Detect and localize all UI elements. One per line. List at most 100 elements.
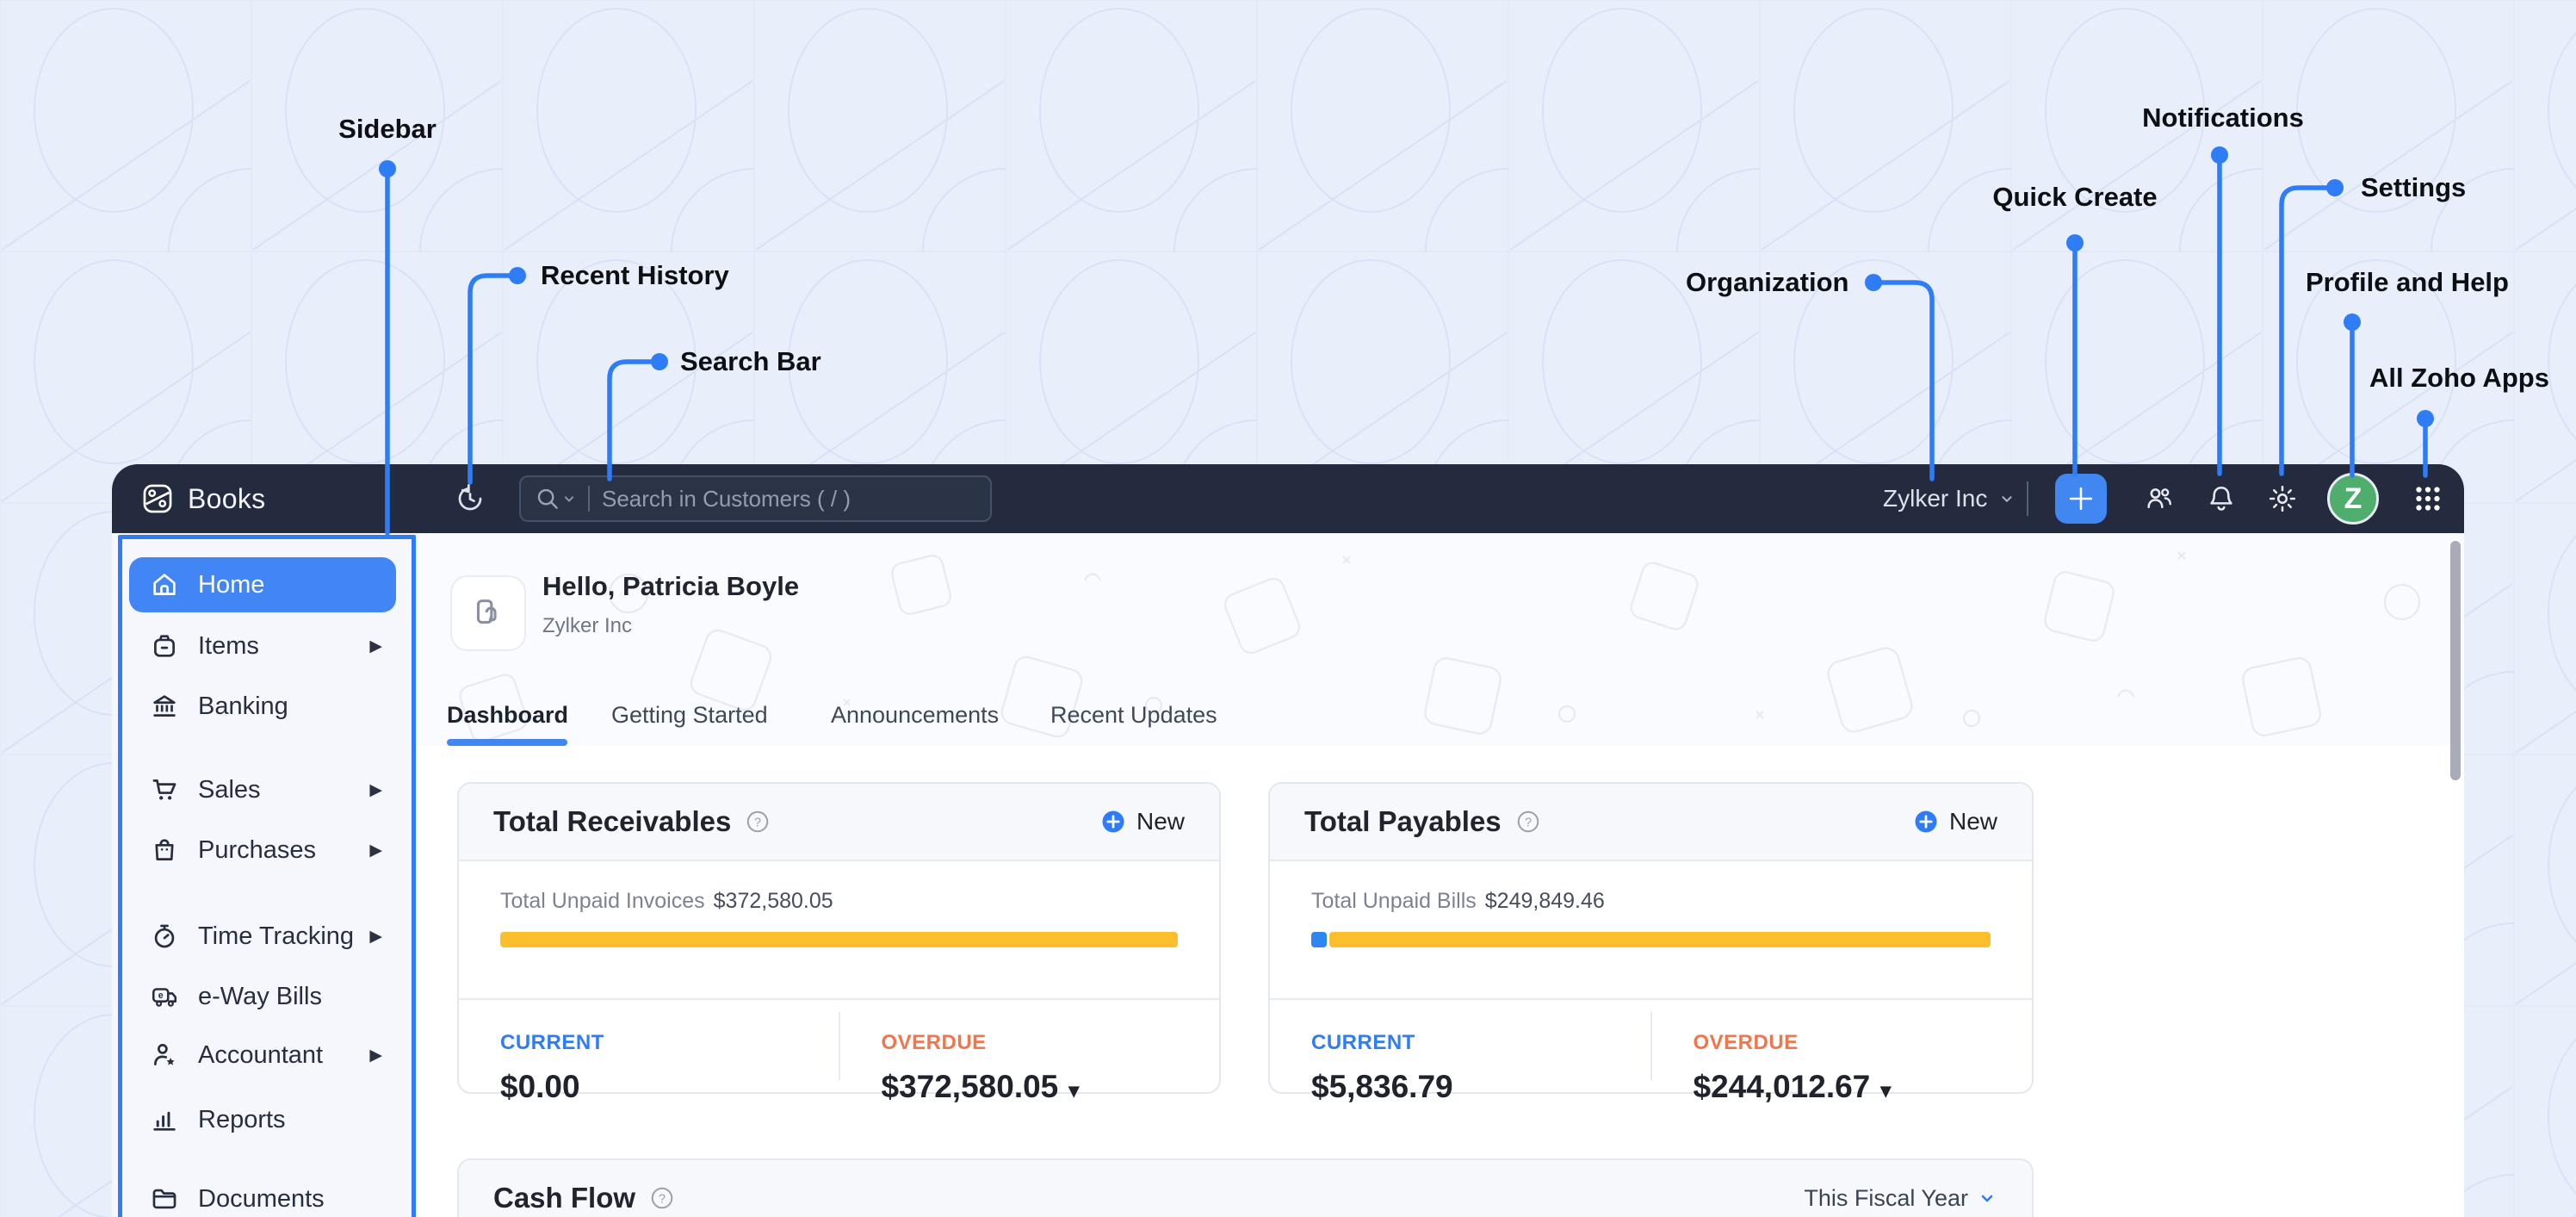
svg-text:?: ? <box>1525 816 1532 829</box>
current-amount: $5,836.79 <box>1311 1069 1453 1104</box>
overdue-segment <box>1329 932 1991 947</box>
annotation-sidebar: Sidebar <box>338 114 437 144</box>
home-icon <box>153 574 176 595</box>
payables-progress-bar <box>1311 932 1991 947</box>
payables-card-header: Total Payables ? New <box>1270 784 2032 861</box>
new-label: New <box>1136 808 1185 835</box>
greeting-company: Zylker Inc <box>542 614 633 637</box>
sidebar: Home Items ▶ Banking Sales ▶ Purchases ▶… <box>112 533 413 1217</box>
sidebar-item-reports[interactable]: Reports <box>129 1096 396 1144</box>
cart-icon <box>152 779 176 800</box>
sidebar-item-label: Items <box>198 631 259 660</box>
plus-circle-icon <box>1102 810 1124 833</box>
zoho-books-logo-icon[interactable] <box>141 482 174 515</box>
sidebar-item-label: Sales <box>198 775 261 804</box>
help-icon[interactable]: ? <box>1515 809 1541 835</box>
annotation-recent-history: Recent History <box>541 260 729 290</box>
profile-avatar[interactable]: Z <box>2327 473 2379 525</box>
cash-flow-header: Cash Flow ? This Fiscal Year <box>459 1160 2032 1217</box>
search-scope-chevron-icon[interactable] <box>560 490 578 507</box>
topbar-divider <box>2027 481 2028 516</box>
sidebar-item-label: e-Way Bills <box>198 982 322 1010</box>
receivables-current-column: CURRENT $0.00 <box>459 1000 839 1104</box>
tab-announcements[interactable]: Announcements <box>831 702 999 729</box>
overdue-amount-dropdown[interactable]: $372,580.05 ▾ <box>882 1069 1220 1105</box>
shopping-bag-icon <box>155 839 174 860</box>
fiscal-year-filter[interactable]: This Fiscal Year <box>1804 1185 1997 1212</box>
tab-getting-started[interactable]: Getting Started <box>611 702 768 729</box>
annotation-quick-create: Quick Create <box>1992 182 2158 212</box>
app-name: Books <box>188 483 266 514</box>
tab-dashboard[interactable]: Dashboard <box>447 702 568 729</box>
bank-icon <box>153 695 176 717</box>
annotation-organization: Organization <box>1686 267 1849 297</box>
summary-label: Total Unpaid Bills <box>1311 889 1477 913</box>
payables-summary: Total Unpaid Bills $249,849.46 <box>1311 889 1605 914</box>
sidebar-item-label: Accountant <box>198 1040 324 1069</box>
sidebar-item-items[interactable]: Items ▶ <box>129 622 396 670</box>
receivables-progress-bar <box>500 932 1178 947</box>
overdue-segment <box>500 932 1178 947</box>
sidebar-item-label: Documents <box>198 1184 325 1213</box>
sidebar-item-home[interactable]: Home <box>129 557 396 612</box>
sidebar-item-eway-bills[interactable]: e e-Way Bills <box>129 972 396 1021</box>
search-icon <box>537 488 558 509</box>
top-navigation-bar: Books Search in Customers ( / ) Zylker I… <box>112 464 2464 533</box>
notifications-bell-icon[interactable] <box>2206 483 2237 514</box>
plus-circle-icon <box>1915 810 1937 833</box>
screenshot-stage: Books Search in Customers ( / ) Zylker I… <box>0 0 2576 1217</box>
submenu-arrow-icon: ▶ <box>369 780 382 799</box>
organization-selector[interactable]: Zylker Inc <box>1883 464 2016 533</box>
help-icon[interactable]: ? <box>745 809 771 835</box>
overdue-amount: $372,580.05 <box>881 1069 1059 1104</box>
all-zoho-apps-grid-icon[interactable] <box>2412 483 2443 514</box>
quick-create-button[interactable] <box>2055 474 2107 524</box>
sidebar-item-documents[interactable]: Documents <box>129 1175 396 1217</box>
receivables-card-header: Total Receivables ? New <box>459 784 1219 861</box>
receivables-overdue-column: OVERDUE $372,580.05 ▾ <box>840 1000 1220 1104</box>
submenu-arrow-icon: ▶ <box>369 636 382 655</box>
search-input[interactable]: Search in Customers ( / ) <box>519 475 992 522</box>
help-icon[interactable]: ? <box>649 1185 675 1211</box>
sidebar-item-purchases[interactable]: Purchases ▶ <box>129 826 396 874</box>
active-tab-underline <box>447 739 567 746</box>
plus-icon <box>2069 487 2093 511</box>
total-payables-card: Total Payables ? New Total Unpaid Bills … <box>1268 782 2034 1104</box>
annotation-search-bar: Search Bar <box>680 346 821 376</box>
organization-name: Zylker Inc <box>1883 485 1988 512</box>
sidebar-item-label: Banking <box>198 692 288 720</box>
annotation-profile-help: Profile and Help <box>2306 267 2509 297</box>
folder-icon <box>152 1189 176 1209</box>
receivables-summary: Total Unpaid Invoices $372,580.05 <box>500 889 833 914</box>
current-segment <box>1311 932 1328 947</box>
app-window: Books Search in Customers ( / ) Zylker I… <box>112 464 2464 1217</box>
items-icon <box>154 635 175 657</box>
sidebar-item-banking[interactable]: Banking <box>129 682 396 730</box>
payables-new-button[interactable]: New <box>1913 808 1997 835</box>
overdue-amount: $244,012.67 <box>1693 1069 1871 1104</box>
sidebar-item-time-tracking[interactable]: Time Tracking ▶ <box>129 912 396 960</box>
recent-history-icon[interactable] <box>455 483 486 514</box>
settings-gear-icon[interactable] <box>2267 483 2298 514</box>
search-caret <box>588 486 590 512</box>
svg-text:?: ? <box>754 816 761 829</box>
sidebar-item-accountant[interactable]: Accountant ▶ <box>129 1031 396 1079</box>
stopwatch-icon <box>154 924 175 948</box>
users-icon[interactable] <box>2144 483 2175 514</box>
tab-recent-updates[interactable]: Recent Updates <box>1050 702 1217 729</box>
org-thumbnail-icon <box>476 599 497 624</box>
receivables-title: Total Receivables <box>493 805 732 837</box>
annotation-notifications: Notifications <box>2142 102 2304 133</box>
current-amount: $0.00 <box>500 1069 580 1104</box>
sidebar-item-sales[interactable]: Sales ▶ <box>129 766 396 814</box>
overdue-amount-dropdown[interactable]: $244,012.67 ▾ <box>1694 1069 2033 1105</box>
receivables-new-button[interactable]: New <box>1100 808 1185 835</box>
payables-title: Total Payables <box>1304 805 1502 837</box>
sidebar-item-label: Home <box>198 570 265 599</box>
main-content: Hello, Patricia Boyle Zylker Inc Dashboa… <box>413 533 2464 1217</box>
chevron-down-icon <box>1981 1195 1993 1202</box>
total-receivables-card: Total Receivables ? New Total Unpaid Inv… <box>457 782 1221 1104</box>
vertical-scrollbar[interactable] <box>2450 541 2461 780</box>
overdue-label: OVERDUE <box>1693 1031 1799 1054</box>
filter-label: This Fiscal Year <box>1804 1184 1968 1211</box>
